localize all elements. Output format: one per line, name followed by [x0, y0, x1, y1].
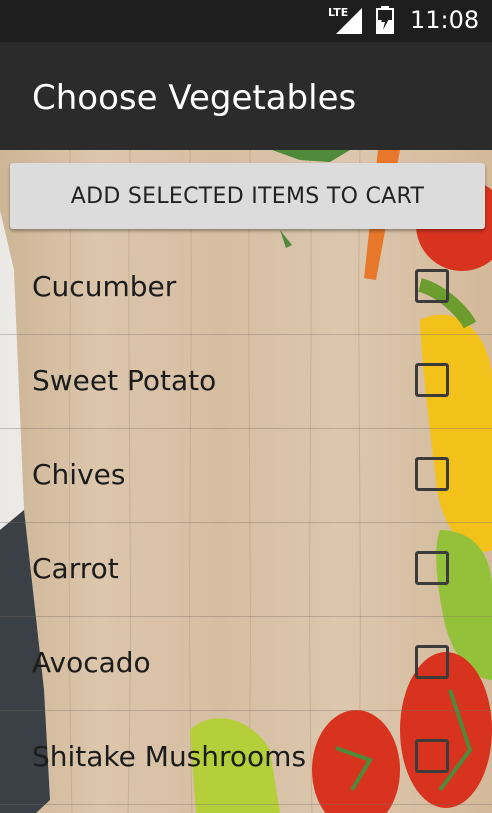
add-to-cart-button[interactable]: ADD SELECTED ITEMS TO CART — [10, 163, 485, 229]
item-label: Carrot — [32, 552, 119, 585]
status-bar: LTE 11:08 — [0, 0, 492, 42]
list-item[interactable]: Chives — [0, 428, 492, 523]
item-checkbox[interactable] — [415, 269, 449, 303]
list-item[interactable]: Shitake Mushrooms — [0, 710, 492, 805]
item-label: Chives — [32, 458, 126, 491]
list-item[interactable]: Carrot — [0, 522, 492, 617]
vegetable-list-area[interactable]: ADD SELECTED ITEMS TO CART Cucumber Swee… — [0, 150, 492, 813]
clock: 11:08 — [410, 6, 480, 34]
list-item[interactable]: Cucumber — [0, 240, 492, 335]
item-checkbox[interactable] — [415, 551, 449, 585]
list-item[interactable]: Sweet Potato — [0, 334, 492, 429]
item-checkbox[interactable] — [415, 645, 449, 679]
item-checkbox[interactable] — [415, 363, 449, 397]
item-label: Avocado — [32, 646, 151, 679]
battery-icon — [376, 6, 394, 34]
item-label: Sweet Potato — [32, 364, 217, 397]
item-checkbox[interactable] — [415, 739, 449, 773]
item-checkbox[interactable] — [415, 457, 449, 491]
app-bar: Choose Vegetables — [0, 42, 492, 150]
page-title: Choose Vegetables — [32, 78, 357, 118]
item-label: Cucumber — [32, 270, 177, 303]
list-item[interactable]: Avocado — [0, 616, 492, 711]
item-label: Shitake Mushrooms — [32, 740, 307, 773]
signal-icon — [336, 8, 362, 34]
